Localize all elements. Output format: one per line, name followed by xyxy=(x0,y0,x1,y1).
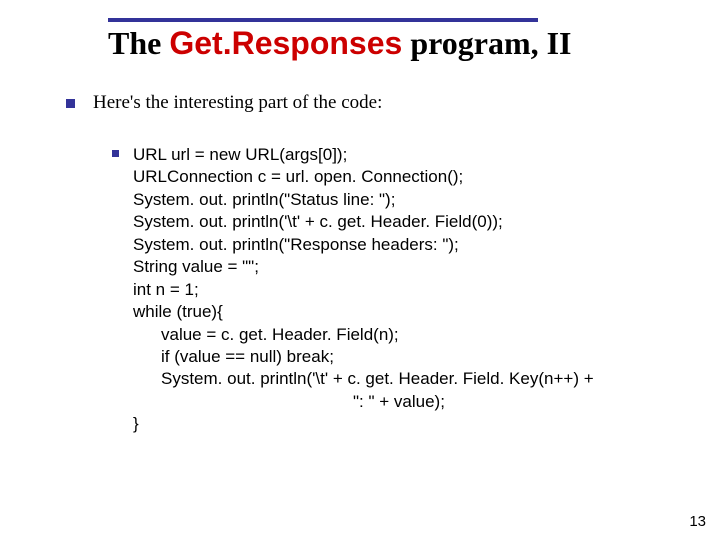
code-line: } xyxy=(133,413,594,435)
bullet-level1: Here's the interesting part of the code: xyxy=(66,92,680,114)
title-block: The Get.Responses program, II xyxy=(108,18,572,62)
intro-text: Here's the interesting part of the code: xyxy=(93,92,382,114)
code-line: System. out. println("Response headers: … xyxy=(133,234,594,256)
code-line: System. out. println('\t' + c. get. Head… xyxy=(133,368,594,390)
code-line: ": " + value); xyxy=(133,391,594,413)
code-line: String value = ""; xyxy=(133,256,594,278)
code-line: System. out. println('\t' + c. get. Head… xyxy=(133,211,594,233)
square-bullet-icon xyxy=(66,99,75,108)
title-pre: The xyxy=(108,25,169,61)
slide-body: Here's the interesting part of the code:… xyxy=(66,92,680,436)
code-line: if (value == null) break; xyxy=(133,346,594,368)
code-block: URL url = new URL(args[0]); URLConnectio… xyxy=(133,144,594,436)
code-line: URL url = new URL(args[0]); xyxy=(133,144,594,166)
slide: The Get.Responses program, II Here's the… xyxy=(0,0,720,540)
page-number: 13 xyxy=(689,513,706,530)
slide-title: The Get.Responses program, II xyxy=(108,24,572,62)
code-line: int n = 1; xyxy=(133,279,594,301)
code-line: System. out. println("Status line: "); xyxy=(133,189,594,211)
square-bullet-icon xyxy=(112,150,119,157)
code-line: value = c. get. Header. Field(n); xyxy=(133,324,594,346)
title-post: program, II xyxy=(402,25,571,61)
code-line: while (true){ xyxy=(133,301,594,323)
title-rule xyxy=(108,18,538,22)
bullet-level2: URL url = new URL(args[0]); URLConnectio… xyxy=(112,144,680,436)
title-emphasis: Get.Responses xyxy=(169,25,402,61)
code-line: URLConnection c = url. open. Connection(… xyxy=(133,166,594,188)
